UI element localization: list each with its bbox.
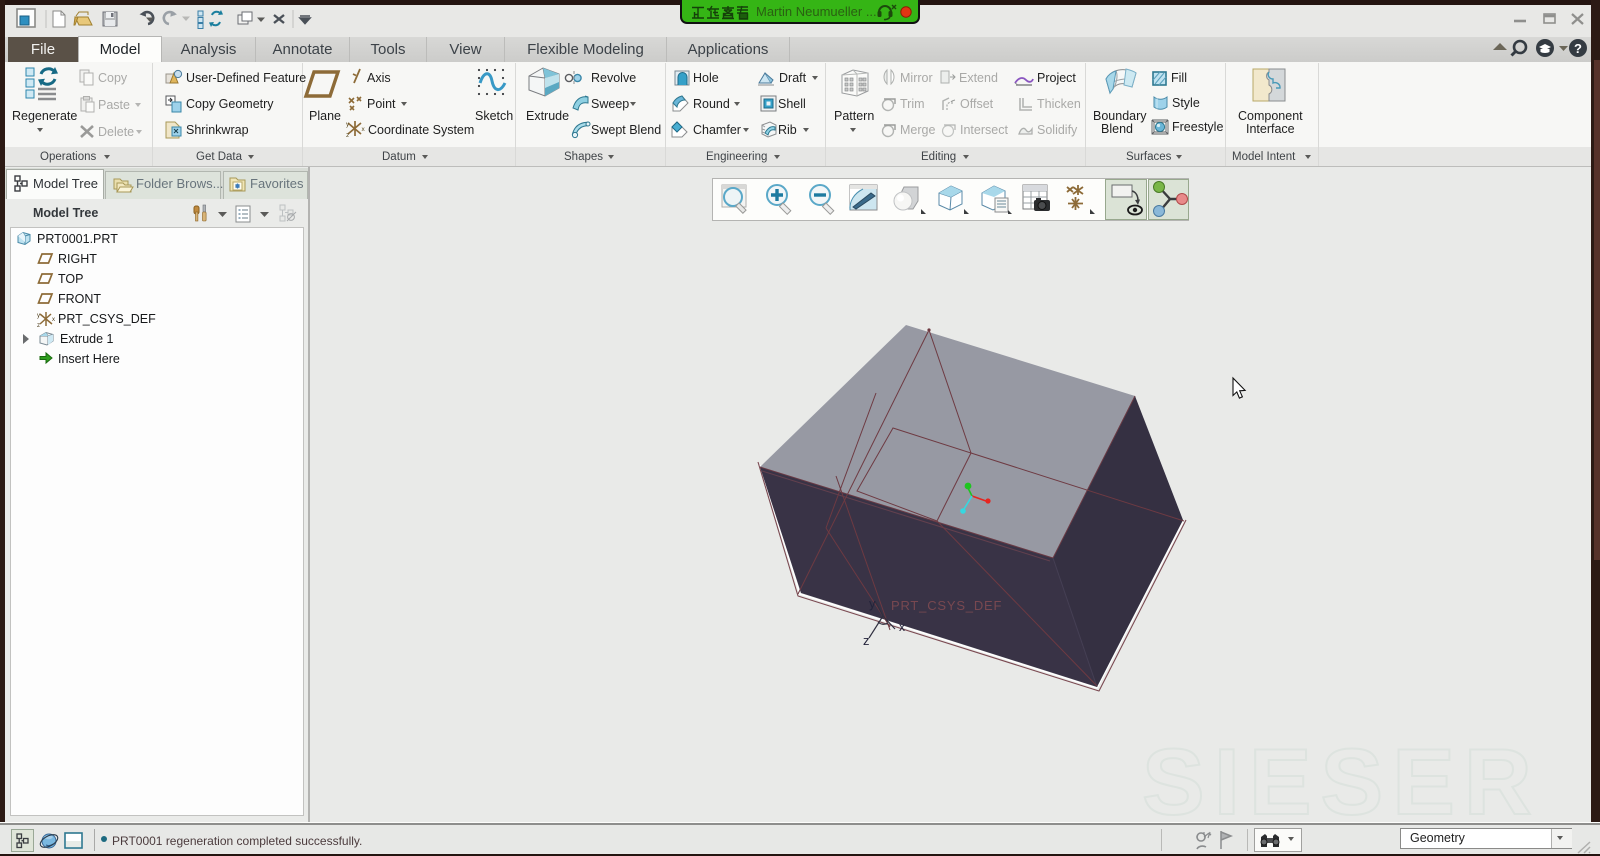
svg-text:x: x (362, 126, 366, 133)
svg-text:z: z (37, 323, 40, 329)
svg-text:PRT_CSYS_DEF: PRT_CSYS_DEF (891, 598, 1002, 613)
svg-text:x: x (52, 317, 55, 323)
svg-text:?: ? (1574, 41, 1582, 56)
svg-text:z: z (346, 132, 349, 139)
svg-text:z: z (863, 633, 870, 648)
svg-text:y: y (37, 313, 40, 319)
svg-text:x: x (899, 620, 905, 634)
svg-text:y: y (869, 596, 876, 611)
